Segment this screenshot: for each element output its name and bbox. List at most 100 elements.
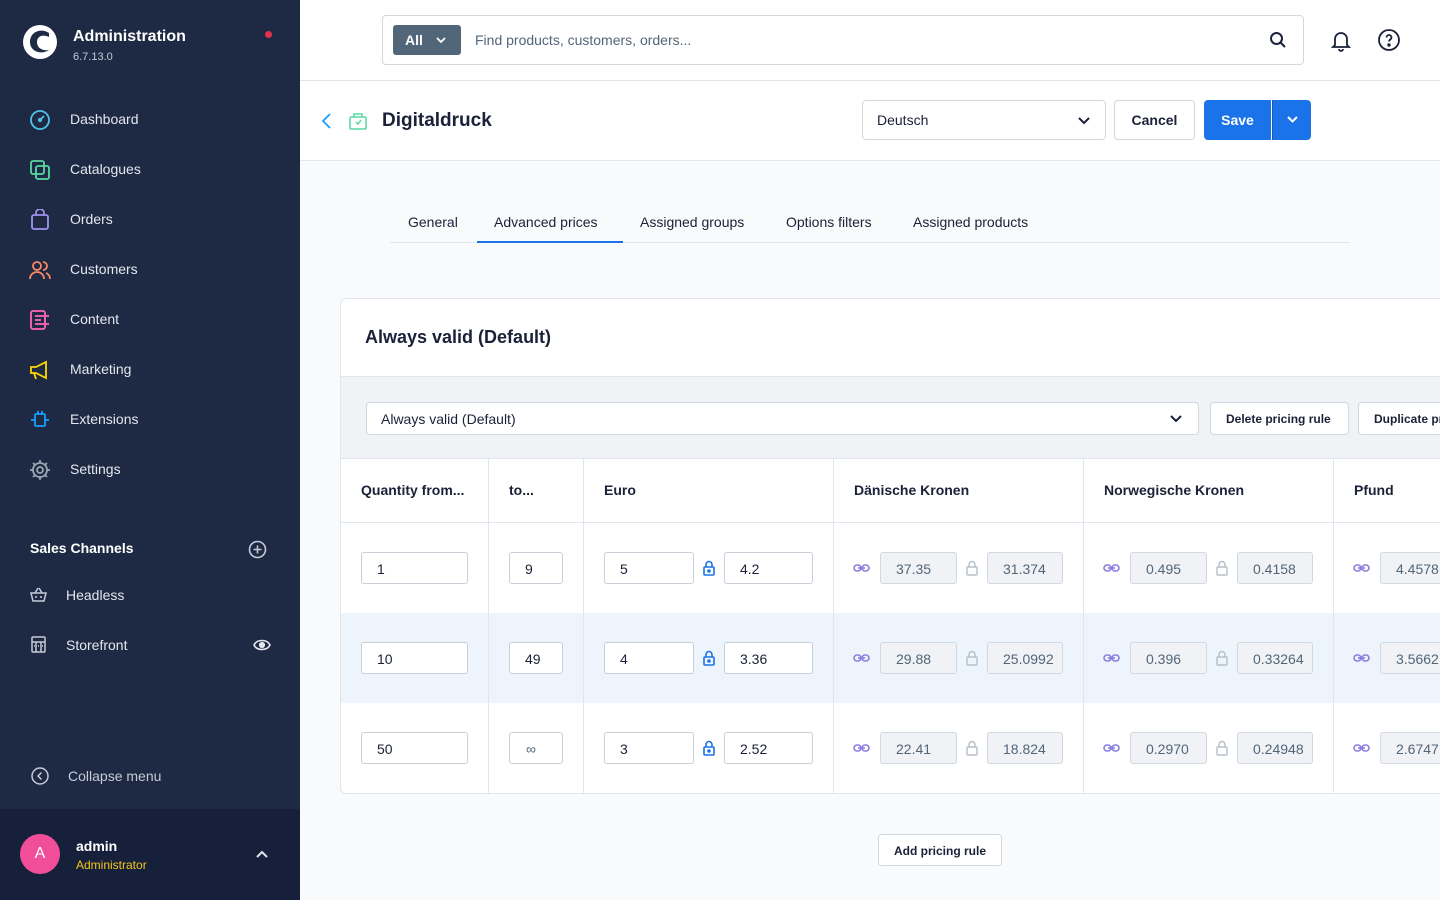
chevron-up-icon[interactable] xyxy=(255,849,269,859)
sales-channel-storefront[interactable]: Storefront xyxy=(0,625,300,665)
column-header-to: to... xyxy=(489,459,584,523)
quantity-to-cell: ∞ xyxy=(489,703,584,793)
dkk-cell: 29.88 25.0992 xyxy=(834,613,1084,703)
dkk-gross-input[interactable]: 22.41 xyxy=(880,732,957,764)
sidebar-item-customers[interactable]: Customers xyxy=(0,250,300,290)
euro-gross-input[interactable]: 5 xyxy=(604,552,694,584)
rule-select[interactable]: Always valid (Default) xyxy=(366,402,1199,435)
collapse-menu-button[interactable]: Collapse menu xyxy=(0,756,300,796)
lock-icon[interactable] xyxy=(1216,560,1228,576)
search-icon[interactable] xyxy=(1269,31,1287,49)
cancel-button[interactable]: Cancel xyxy=(1114,100,1195,140)
gbp-gross-input[interactable]: 4.4578 xyxy=(1380,552,1440,584)
save-button[interactable]: Save xyxy=(1204,100,1271,140)
lock-icon[interactable] xyxy=(1216,650,1228,666)
content-icon xyxy=(30,310,49,330)
add-sales-channel-icon[interactable] xyxy=(248,540,267,559)
save-options-button[interactable] xyxy=(1272,100,1311,140)
sidebar-item-extensions[interactable]: Extensions xyxy=(0,400,300,440)
sidebar-item-orders[interactable]: Orders xyxy=(0,200,300,240)
gbp-gross-input[interactable]: 2.6747 xyxy=(1380,732,1440,764)
tab-assigned-products[interactable]: Assigned products xyxy=(895,203,1055,243)
lock-icon[interactable] xyxy=(1216,740,1228,756)
link-icon[interactable] xyxy=(1353,562,1370,574)
link-icon[interactable] xyxy=(1103,742,1120,754)
add-pricing-rule-button[interactable]: Add pricing rule xyxy=(878,834,1002,866)
lock-icon[interactable] xyxy=(966,740,978,756)
sidebar-item-settings[interactable]: Settings xyxy=(0,450,300,490)
sidebar-item-label: Content xyxy=(70,311,120,327)
search-input[interactable] xyxy=(475,28,1245,52)
column-header-label: Euro xyxy=(604,482,636,498)
quantity-to-input[interactable]: 49 xyxy=(509,642,563,674)
column-header-label: to... xyxy=(509,482,534,498)
euro-net-input[interactable]: 2.52 xyxy=(724,732,813,764)
lock-icon[interactable] xyxy=(703,650,715,666)
gbp-cell: 4.4578 xyxy=(1334,523,1440,613)
sales-channel-headless[interactable]: Headless xyxy=(0,575,300,615)
nok-gross-input[interactable]: 0.495 xyxy=(1130,552,1207,584)
table-row: 50 ∞ 3 2.52 22.41 18.824 0.2970 0.24948 … xyxy=(341,703,1440,793)
lock-icon[interactable] xyxy=(703,740,715,756)
link-icon[interactable] xyxy=(853,652,870,664)
dkk-net-input[interactable]: 18.824 xyxy=(987,732,1063,764)
sidebar-item-content[interactable]: Content xyxy=(0,300,300,340)
language-switch[interactable]: Deutsch xyxy=(862,100,1106,140)
card-title: Always valid (Default) xyxy=(365,327,552,347)
euro-net-input[interactable]: 3.36 xyxy=(724,642,813,674)
help-icon[interactable] xyxy=(1377,28,1401,52)
lock-icon[interactable] xyxy=(703,560,715,576)
nok-net-input[interactable]: 0.33264 xyxy=(1237,642,1313,674)
back-arrow-icon[interactable] xyxy=(321,112,333,130)
quantity-from-input[interactable]: 10 xyxy=(361,642,468,674)
link-icon[interactable] xyxy=(1103,652,1120,664)
euro-gross-input[interactable]: 3 xyxy=(604,732,694,764)
sidebar-item-dashboard[interactable]: Dashboard xyxy=(0,100,300,140)
dkk-net-input[interactable]: 31.374 xyxy=(987,552,1063,584)
marketing-icon xyxy=(30,360,47,380)
lock-icon[interactable] xyxy=(966,650,978,666)
quantity-from-input[interactable]: 1 xyxy=(361,552,468,584)
extensions-icon xyxy=(31,411,49,427)
tab-options-filters[interactable]: Options filters xyxy=(768,203,895,243)
quantity-from-input[interactable]: 50 xyxy=(361,732,468,764)
sidebar-item-label: Extensions xyxy=(70,411,139,427)
input-value: 4.4578 xyxy=(1396,561,1439,577)
lock-icon[interactable] xyxy=(966,560,978,576)
sidebar-item-marketing[interactable]: Marketing xyxy=(0,350,300,390)
duplicate-pricing-rule-button[interactable]: Duplicate pricing rule xyxy=(1358,402,1440,435)
bell-icon[interactable] xyxy=(1329,28,1353,52)
button-label: Duplicate pricing rule xyxy=(1374,412,1440,426)
euro-gross-input[interactable]: 4 xyxy=(604,642,694,674)
nok-gross-input[interactable]: 0.2970 xyxy=(1130,732,1207,764)
tab-assigned-groups[interactable]: Assigned groups xyxy=(623,203,768,243)
quantity-to-input[interactable]: ∞ xyxy=(509,732,563,764)
euro-net-input[interactable]: 4.2 xyxy=(724,552,813,584)
link-icon[interactable] xyxy=(1103,562,1120,574)
sidebar-item-catalogues[interactable]: Catalogues xyxy=(0,150,300,190)
gbp-gross-input[interactable]: 3.5662 xyxy=(1380,642,1440,674)
button-label: Add pricing rule xyxy=(894,844,987,858)
nok-gross-input[interactable]: 0.396 xyxy=(1130,642,1207,674)
eye-icon[interactable] xyxy=(253,638,271,652)
delete-pricing-rule-button[interactable]: Delete pricing rule xyxy=(1210,402,1349,435)
link-icon[interactable] xyxy=(853,562,870,574)
tab-general[interactable]: General xyxy=(390,203,476,243)
nok-net-input[interactable]: 0.4158 xyxy=(1237,552,1313,584)
link-icon[interactable] xyxy=(1353,652,1370,664)
dkk-gross-input[interactable]: 29.88 xyxy=(880,642,957,674)
dkk-net-input[interactable]: 25.0992 xyxy=(987,642,1063,674)
tab-advanced-prices[interactable]: Advanced prices xyxy=(477,203,623,243)
brand: Administration 6.7.13.0 xyxy=(22,24,278,64)
user-menu[interactable]: A admin Administrator xyxy=(0,809,300,900)
link-icon[interactable] xyxy=(1353,742,1370,754)
dkk-gross-input[interactable]: 37.35 xyxy=(880,552,957,584)
input-value: 9 xyxy=(525,561,533,577)
nok-net-input[interactable]: 0.24948 xyxy=(1237,732,1313,764)
app-title: Administration xyxy=(73,28,186,45)
input-value: 2.6747 xyxy=(1396,741,1439,757)
link-icon[interactable] xyxy=(853,742,870,754)
search-type-dropdown[interactable]: All xyxy=(393,25,461,55)
sidebar-item-label: Catalogues xyxy=(70,161,141,177)
quantity-to-input[interactable]: 9 xyxy=(509,552,563,584)
